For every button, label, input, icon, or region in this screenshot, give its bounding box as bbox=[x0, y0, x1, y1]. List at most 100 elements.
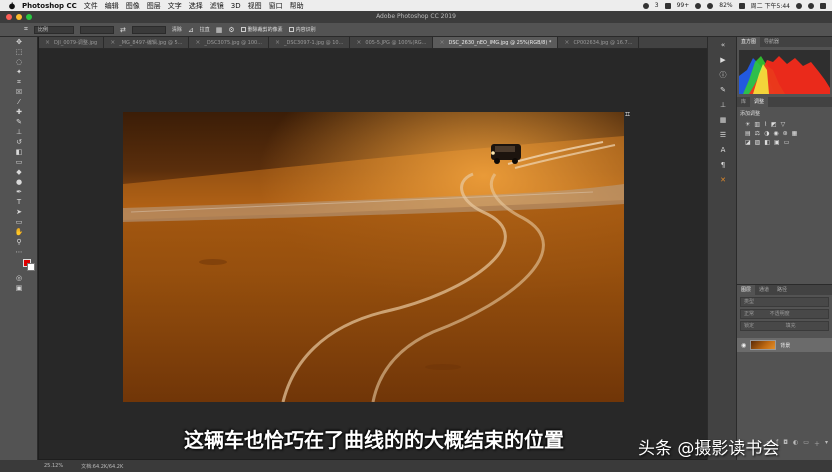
overlay-grid-icon[interactable]: ▦ bbox=[216, 26, 223, 34]
document-canvas[interactable]: ⌗ bbox=[39, 49, 707, 459]
curves-icon[interactable]: ⌇ bbox=[764, 121, 767, 128]
wechat-icon[interactable] bbox=[642, 2, 649, 9]
doc-tab[interactable]: × CP002634.jpg @ 16.7... bbox=[558, 37, 640, 48]
properties-icon[interactable]: ☰ bbox=[708, 127, 738, 142]
menu-3d[interactable]: 3D bbox=[231, 2, 241, 10]
menu-file[interactable]: 文件 bbox=[84, 1, 98, 11]
app-status-icon[interactable] bbox=[664, 2, 671, 9]
siri-icon[interactable] bbox=[808, 2, 814, 9]
quick-mask-icon[interactable]: ◎ bbox=[0, 273, 38, 283]
more-tools-icon[interactable]: ⋯ bbox=[0, 247, 38, 257]
doc-tab[interactable]: × DJI_0079-调整.jpg bbox=[39, 37, 105, 48]
volume-icon[interactable] bbox=[707, 2, 714, 9]
rectangle-tool-icon[interactable]: ▭ bbox=[0, 217, 38, 227]
zoom-level[interactable]: 25.12% bbox=[44, 463, 63, 469]
move-tool-icon[interactable]: ✥ bbox=[0, 37, 38, 47]
collapse-panels-icon[interactable]: « bbox=[708, 37, 738, 52]
gradient-map-icon[interactable]: ▭ bbox=[784, 139, 790, 146]
levels-icon[interactable]: ▥ bbox=[754, 121, 760, 128]
close-tab-icon[interactable]: × bbox=[275, 37, 280, 48]
hand-tool-icon[interactable]: ✋ bbox=[0, 227, 38, 237]
tab-libraries[interactable]: 库 bbox=[737, 97, 750, 107]
lasso-tool-icon[interactable]: ◌ bbox=[0, 57, 38, 67]
new-group-icon[interactable]: ▭ bbox=[803, 439, 809, 448]
character-icon[interactable]: A bbox=[708, 142, 738, 157]
ratio-select[interactable]: 比例 bbox=[33, 25, 74, 34]
clone-stamp-icon[interactable]: ⊥ bbox=[0, 127, 38, 137]
wifi-icon[interactable] bbox=[695, 2, 702, 9]
threshold-icon[interactable]: ◧ bbox=[764, 139, 770, 146]
tab-channels[interactable]: 通道 bbox=[755, 285, 773, 295]
screen-mode-icon[interactable]: ▣ bbox=[0, 283, 38, 293]
menu-app-name[interactable]: Photoshop CC bbox=[22, 2, 77, 10]
selective-color-icon[interactable]: ▣ bbox=[774, 139, 780, 146]
doc-tab[interactable]: × _MG_8497-编辑.jpg @ 5... bbox=[104, 37, 190, 48]
straighten-icon[interactable]: ⊿ bbox=[188, 26, 194, 34]
channel-mixer-icon[interactable]: ⊛ bbox=[783, 130, 788, 137]
checkbox-box[interactable] bbox=[288, 27, 294, 32]
eyedropper-tool-icon[interactable]: ⁄ bbox=[0, 97, 38, 107]
history-brush-icon[interactable]: ↺ bbox=[0, 137, 38, 147]
hue-saturation-icon[interactable]: ▤ bbox=[745, 130, 751, 137]
new-adjustment-icon[interactable]: ◐ bbox=[793, 439, 798, 448]
brush-tool-icon[interactable]: ✎ bbox=[0, 117, 38, 127]
menu-layer[interactable]: 图层 bbox=[147, 1, 161, 11]
layer-row[interactable]: ◉ 背景 bbox=[737, 338, 832, 352]
clone-source-icon[interactable]: ⊥ bbox=[708, 97, 738, 112]
doc-tab[interactable]: × _DSC3075.jpg @ 100... bbox=[189, 37, 269, 48]
brush-settings-icon[interactable]: ✎ bbox=[708, 82, 738, 97]
doc-tab[interactable]: × 005-5.JPG @ 100%(RG... bbox=[350, 37, 434, 48]
color-lookup-icon[interactable]: ▦ bbox=[792, 130, 798, 137]
swap-icon[interactable]: ⇄ bbox=[120, 26, 126, 34]
info-icon[interactable]: ⓘ bbox=[708, 67, 738, 82]
width-field[interactable] bbox=[79, 25, 114, 34]
gradient-tool-icon[interactable]: ▭ bbox=[0, 157, 38, 167]
layer-kind-filter[interactable]: 类型 bbox=[740, 297, 829, 307]
crop-tool-icon[interactable]: ⌗ bbox=[0, 77, 38, 87]
menu-type[interactable]: 文字 bbox=[168, 1, 182, 11]
tab-adjustments[interactable]: 调整 bbox=[750, 97, 769, 107]
notification-center-icon[interactable] bbox=[820, 2, 826, 9]
background-color-swatch[interactable] bbox=[27, 263, 35, 271]
magic-wand-tool-icon[interactable]: ✦ bbox=[0, 67, 38, 77]
menu-image[interactable]: 图像 bbox=[126, 1, 140, 11]
menu-help[interactable]: 帮助 bbox=[290, 1, 304, 11]
close-tab-icon[interactable]: × bbox=[110, 37, 115, 48]
vibrance-icon[interactable]: ▽ bbox=[781, 121, 786, 128]
exposure-icon[interactable]: ◩ bbox=[771, 121, 777, 128]
path-selection-icon[interactable]: ➤ bbox=[0, 207, 38, 217]
menu-filter[interactable]: 滤镜 bbox=[210, 1, 224, 11]
close-window-button[interactable] bbox=[6, 14, 12, 20]
visibility-eye-icon[interactable]: ◉ bbox=[741, 342, 746, 349]
menu-view[interactable]: 视图 bbox=[248, 1, 262, 11]
new-layer-icon[interactable]: ＋ bbox=[814, 439, 820, 448]
type-tool-icon[interactable]: T bbox=[0, 197, 38, 207]
crop-tool-icon[interactable]: ⌗ bbox=[24, 25, 28, 34]
close-tab-icon[interactable]: × bbox=[564, 37, 569, 48]
close-tab-icon[interactable]: × bbox=[195, 37, 200, 48]
settings-gear-icon[interactable]: ⚙ bbox=[228, 26, 234, 34]
close-tab-icon[interactable]: × bbox=[356, 37, 361, 48]
content-aware-checkbox[interactable]: 内容识别 bbox=[288, 26, 316, 33]
menu-window[interactable]: 窗口 bbox=[269, 1, 283, 11]
photo-filter-icon[interactable]: ◉ bbox=[773, 130, 778, 137]
color-balance-icon[interactable]: ⚖ bbox=[755, 130, 760, 137]
swatches-icon[interactable]: ▦ bbox=[708, 112, 738, 127]
clock[interactable]: 周二 下午5:44 bbox=[751, 1, 790, 10]
tab-layers[interactable]: 图层 bbox=[737, 285, 756, 295]
doc-tab-active[interactable]: × DSC_2630_nEO_IMG.jpg @ 25%(RGB/8) * bbox=[433, 37, 559, 48]
zoom-window-button[interactable] bbox=[26, 14, 32, 20]
height-field[interactable] bbox=[131, 25, 166, 34]
add-mask-icon[interactable]: ◘ bbox=[783, 439, 788, 448]
close-tab-icon[interactable]: × bbox=[45, 37, 50, 48]
pen-tool-icon[interactable]: ✒ bbox=[0, 187, 38, 197]
invert-icon[interactable]: ◪ bbox=[745, 139, 751, 146]
posterize-icon[interactable]: ▨ bbox=[755, 139, 761, 146]
color-swatches[interactable] bbox=[0, 257, 38, 273]
brightness-icon[interactable]: ☀ bbox=[745, 121, 750, 128]
marquee-tool-icon[interactable]: ⬚ bbox=[0, 47, 38, 57]
close-tab-icon[interactable]: × bbox=[439, 37, 444, 48]
blend-mode-select[interactable]: 正常 不透明度 bbox=[740, 309, 829, 319]
dodge-tool-icon[interactable]: ● bbox=[0, 177, 38, 187]
tab-histogram[interactable]: 直方图 bbox=[737, 37, 761, 47]
